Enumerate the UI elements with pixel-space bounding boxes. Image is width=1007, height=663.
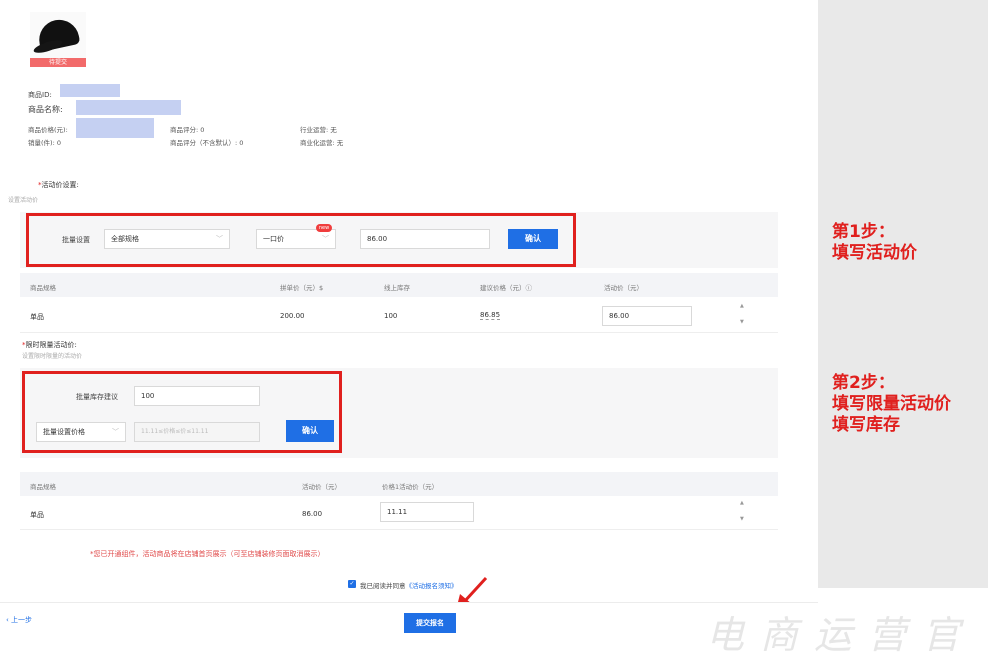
stock-input[interactable]: 100 <box>134 386 260 406</box>
stock-suggest-label: 批量库存建议 <box>76 393 118 401</box>
agree-checkbox[interactable]: ✓ <box>348 580 356 588</box>
scroll-up-icon[interactable]: ▲ <box>740 303 744 309</box>
th-group-price: 拼单价（元）$ <box>280 284 324 292</box>
cell-suggested: 86.85 <box>480 311 501 320</box>
chevron-down-icon: ﹀ <box>322 235 329 243</box>
redacted-price <box>76 118 154 138</box>
step2-desc-stock: 填写库存 <box>832 415 900 435</box>
product-id-label: 商品ID: <box>28 91 52 99</box>
submit-button[interactable]: 提交报名 <box>404 613 456 633</box>
activity-price-input[interactable]: 86.00 <box>360 229 490 249</box>
step1-desc: 填写活动价 <box>832 243 917 263</box>
th-limited-spec: 商品规格 <box>30 483 56 491</box>
limited-price-cell-input[interactable]: 11.11 <box>380 502 474 522</box>
cell-spec: 单品 <box>30 313 44 321</box>
sales-label: 销量(件): 0 <box>28 139 61 147</box>
limited-price-subtitle: 设置限时限量的活动价 <box>22 353 83 360</box>
th-limited-activity: 活动价（元） <box>302 483 341 491</box>
redacted-id <box>60 84 120 97</box>
annotation-panel <box>818 0 988 588</box>
cell-group-price: 200.00 <box>280 312 305 320</box>
step1-title: 第1步： <box>832 222 895 242</box>
scroll-down-icon[interactable]: ▼ <box>740 516 744 522</box>
commercial-ops-label: 商业化运营: 无 <box>300 139 344 147</box>
cell-stock: 100 <box>384 312 398 320</box>
prev-step-link[interactable]: ‹ 上一步 <box>6 615 32 625</box>
th-spec: 商品规格 <box>30 284 56 292</box>
step2-desc-price: 填写限量活动价 <box>832 394 951 414</box>
confirm-price-button[interactable]: 确认 <box>508 229 558 249</box>
chevron-down-icon: ﹀ <box>112 428 119 436</box>
activity-price-subtitle: 设置活动价 <box>8 197 39 204</box>
batch-label: 批量设置 <box>62 236 90 244</box>
new-badge: new <box>316 224 332 232</box>
scroll-up-icon[interactable]: ▲ <box>740 500 744 506</box>
th-suggested: 建议价格（元）ⓘ <box>480 284 532 292</box>
cell-limited-activity: 86.00 <box>302 510 323 518</box>
rating-excl-label: 商品评分（不含默认）: 0 <box>170 139 244 147</box>
batch-price-select[interactable]: 批量设置价格 ﹀ <box>36 422 126 442</box>
spec-select[interactable]: 全部规格 ﹀ <box>104 229 230 249</box>
th-activity-price: 活动价（元） <box>604 284 643 292</box>
redacted-name <box>76 100 181 115</box>
th-limited-price: 价格1活动价（元） <box>382 483 439 491</box>
product-name-label: 商品名称: <box>28 105 63 114</box>
cell-limited-spec: 单品 <box>30 511 44 519</box>
activity-price-title: *活动价设置: <box>38 181 79 189</box>
step2-title: 第2步： <box>832 373 895 393</box>
display-notice: *您已开通组件，活动商品将在店铺首页展示（可至店铺装修页面取消展示） <box>90 550 325 558</box>
chevron-down-icon: ﹀ <box>216 235 223 243</box>
agreement-text: 我已阅读并同意《活动报名须知》 <box>360 582 458 590</box>
price-type-select[interactable]: 一口价 ﹀ <box>256 229 336 249</box>
industry-ops-label: 行业运营: 无 <box>300 126 337 134</box>
watermark: 电商运营官 <box>706 613 977 657</box>
limited-price-title: *限时限量活动价: <box>22 341 77 349</box>
row-activity-price-input[interactable]: 86.00 <box>602 306 692 326</box>
product-price-label: 商品价格(元): <box>28 126 68 134</box>
rating-label: 商品评分: 0 <box>170 126 205 134</box>
status-badge: 待提交 <box>30 58 86 67</box>
th-stock: 线上库存 <box>384 284 410 292</box>
agreement-link[interactable]: 《活动报名须知》 <box>406 582 458 590</box>
scroll-down-icon[interactable]: ▼ <box>740 319 744 325</box>
confirm-limited-button[interactable]: 确认 <box>286 420 334 442</box>
limited-price-input[interactable]: 11.11≤价格≤价≤11.11 <box>134 422 260 442</box>
